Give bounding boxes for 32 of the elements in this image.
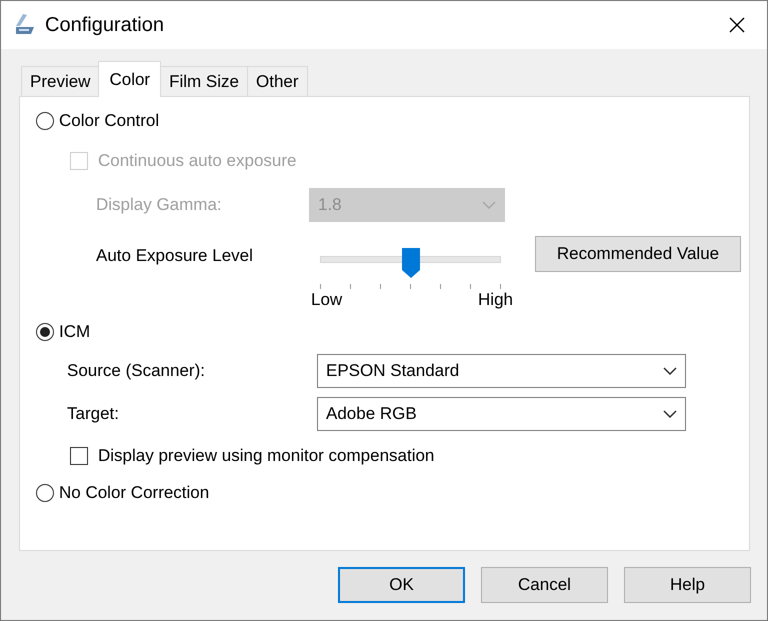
caret-icon	[482, 201, 496, 209]
high-label: High	[478, 290, 513, 310]
low-label: Low	[311, 290, 342, 310]
recommended-value-button[interactable]: Recommended Value	[535, 236, 741, 272]
exposure-slider[interactable]	[320, 248, 501, 288]
field-label: Source (Scanner):	[67, 361, 206, 381]
radio-button[interactable]	[36, 323, 54, 341]
close-icon	[729, 17, 745, 33]
checkbox-label: Continuous auto exposure	[98, 151, 296, 171]
window-title: Configuration	[45, 14, 165, 36]
field-label: Auto Exposure Level	[96, 246, 254, 266]
caret-icon	[663, 410, 677, 418]
tab[interactable]: Preview	[21, 66, 100, 96]
dialog-button[interactable]: Cancel	[481, 567, 608, 603]
caret-icon	[663, 367, 677, 375]
radio-button[interactable]	[36, 484, 54, 502]
tab[interactable]: Other	[247, 66, 308, 96]
radio-label: Color Control	[59, 111, 160, 131]
field-label: Target:	[67, 404, 120, 424]
field-label: Display Gamma:	[96, 195, 223, 215]
radio-button[interactable]	[36, 112, 54, 130]
slider-thumb[interactable]	[402, 248, 420, 278]
tab[interactable]: Color	[98, 61, 162, 97]
radio-label: ICM	[59, 322, 90, 342]
target-dropdown[interactable]: Adobe RGB	[317, 397, 686, 431]
dialog-button[interactable]: OK	[338, 567, 465, 603]
checkbox[interactable]	[70, 447, 88, 465]
checkbox-label: Display preview using monitor compensation	[98, 446, 434, 466]
scanner-icon	[13, 13, 37, 37]
source-dropdown[interactable]: EPSON Standard	[317, 354, 686, 388]
radio-label: No Color Correction	[59, 483, 210, 503]
dialog-button[interactable]: Help	[624, 567, 751, 603]
